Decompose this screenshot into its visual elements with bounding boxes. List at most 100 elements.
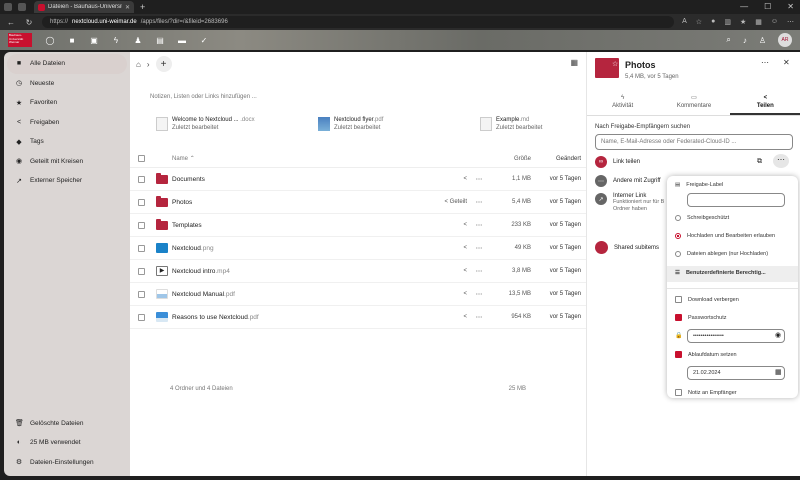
tab-activity[interactable]: ϟ Aktivität — [587, 90, 658, 115]
share-search-input[interactable]: Name, E-Mail-Adresse oder Federated-Clou… — [595, 134, 793, 150]
custom-permissions-item[interactable]: ☰ Benutzerdefinierte Berechtig... — [675, 270, 766, 276]
select-all-checkbox[interactable] — [138, 155, 145, 162]
row-checkbox[interactable] — [138, 267, 145, 275]
share-icon[interactable]: < — [427, 176, 467, 182]
row-checkbox[interactable] — [138, 244, 145, 252]
expiry-checkbox[interactable] — [675, 351, 682, 358]
option-password[interactable]: Passwortschutz — [675, 314, 727, 321]
browser-tab[interactable]: Dateien - Bauhaus-Universität W ✕ — [34, 1, 134, 13]
column-size[interactable]: Größe — [491, 156, 531, 162]
column-name[interactable]: Name ⌃ — [172, 155, 427, 162]
row-checkbox[interactable] — [138, 290, 145, 298]
nav-trashbin[interactable]: 🗑 Gelöschte Dateien — [7, 414, 127, 434]
table-row[interactable]: Nextcloud Manual.pdf < ⋯ 13,5 MB vor 5 T… — [130, 283, 586, 306]
recent-file[interactable]: Welcome to Nextcloud ... .docx Zuletzt be… — [156, 116, 318, 132]
link-share-row[interactable]: ∞ Link teilen — [595, 156, 640, 168]
file-drop-radio[interactable] — [675, 251, 681, 257]
nav-external-storage[interactable]: ↗ Externer Speicher — [7, 171, 127, 191]
recent-file[interactable]: Nextcloud flyer.pdf Zuletzt bearbeitet — [318, 116, 480, 132]
row-checkbox[interactable] — [138, 221, 145, 229]
grid-view-icon[interactable]: ▦ — [570, 58, 578, 67]
contacts-menu-icon[interactable]: ♙ — [759, 36, 766, 45]
readonly-radio[interactable] — [675, 215, 681, 221]
table-row[interactable]: Nextcloud.png < ⋯ 49 KB vor 5 Tagen — [130, 237, 586, 260]
rich-workspace-placeholder[interactable]: Notizen, Listen oder Links hinzufügen ..… — [150, 94, 257, 100]
more-actions-icon[interactable]: ⋯ — [467, 267, 491, 275]
nav-circles[interactable]: ◉ Geteilt mit Kreisen — [7, 152, 127, 172]
notifications-icon[interactable]: ♪ — [743, 36, 747, 45]
table-row[interactable]: Documents < ⋯ 1,1 MB vor 5 Tagen — [130, 168, 586, 191]
show-password-icon[interactable]: ◉ — [775, 331, 781, 339]
row-checkbox[interactable] — [138, 313, 145, 321]
more-actions-icon[interactable]: ⋯ — [467, 244, 491, 252]
copy-link-icon[interactable]: ⧉ — [757, 158, 762, 166]
share-icon[interactable]: < — [427, 268, 467, 274]
file-name[interactable]: Reasons to use Nextcloud.pdf — [172, 314, 427, 321]
favorite-star-icon[interactable]: ☆ — [612, 60, 618, 68]
tab-sharing[interactable]: < Teilen — [729, 90, 800, 115]
files-app-icon[interactable]: ■ — [66, 36, 78, 45]
photos-app-icon[interactable]: ▣ — [88, 36, 100, 45]
option-readonly[interactable]: Schreibgeschützt — [675, 215, 729, 221]
upload-edit-radio[interactable] — [675, 233, 681, 239]
link-options-icon[interactable]: ⋯ — [773, 154, 789, 168]
others-access-row[interactable]: ⋯ Andere mit Zugriff — [595, 175, 661, 187]
minimize-icon[interactable]: — — [740, 2, 748, 11]
split-icon[interactable]: ▥ — [724, 18, 731, 26]
reload-icon[interactable]: ↻ — [24, 18, 34, 27]
share-icon[interactable]: < — [427, 314, 467, 320]
close-tab-icon[interactable]: ✕ — [125, 4, 130, 11]
option-note[interactable]: Notiz an Empfänger — [675, 389, 737, 396]
search-icon[interactable]: ⌕ — [726, 35, 730, 45]
share-icon[interactable]: < — [427, 245, 467, 251]
more-actions-icon[interactable]: ⋯ — [467, 221, 491, 229]
shared-subitems-row[interactable]: Shared subitems — [595, 241, 659, 254]
table-row[interactable]: Templates < ⋯ 233 KB vor 5 Tagen — [130, 214, 586, 237]
nav-all-files[interactable]: ■ Alle Dateien — [7, 54, 127, 74]
table-row[interactable]: Photos < Geteilt ⋯ 5,4 MB vor 5 Tagen — [130, 191, 586, 214]
expiry-date-input[interactable]: 21.02.2024 — [687, 366, 785, 380]
nav-files-settings[interactable]: ⚙ Dateien-Einstellungen — [7, 453, 127, 473]
more-actions-icon[interactable]: ⋯ — [467, 175, 491, 183]
read-aloud-icon[interactable]: A — [682, 18, 687, 26]
dashboard-icon[interactable]: ◯ — [44, 36, 56, 45]
tab-actions-icon[interactable] — [18, 3, 26, 11]
new-button[interactable]: + — [155, 56, 172, 72]
share-label-input[interactable] — [687, 193, 785, 207]
option-expiry[interactable]: Ablaufdatum setzen — [675, 351, 737, 358]
option-upload-edit[interactable]: Hochladen und Bearbeiten erlauben — [675, 233, 775, 239]
file-name[interactable]: Photos — [172, 199, 427, 206]
nav-recent[interactable]: ◷ Neueste — [7, 74, 127, 94]
password-input[interactable]: •••••••••••••••• — [687, 329, 785, 343]
password-checkbox[interactable] — [675, 314, 682, 321]
share-icon[interactable]: < — [427, 222, 467, 228]
row-checkbox[interactable] — [138, 198, 145, 206]
favorites-bar-icon[interactable]: ★ — [740, 18, 746, 26]
profile-icon[interactable] — [4, 3, 12, 11]
collections-icon[interactable]: ▦ — [755, 18, 762, 26]
user-avatar[interactable]: AR — [778, 33, 792, 47]
tab-comments[interactable]: ▭ Kommentare — [658, 90, 729, 115]
contacts-app-icon[interactable]: ♟ — [132, 36, 144, 45]
option-file-drop[interactable]: Dateien ablegen (nur Hochladen) — [675, 251, 768, 257]
internal-link-row[interactable]: ↗ Interner Link Funktioniert nur für B O… — [595, 193, 664, 213]
calendar-app-icon[interactable]: ▤ — [154, 36, 166, 45]
profile-menu-icon[interactable]: ☺ — [771, 18, 778, 26]
close-icon[interactable]: ✕ — [783, 58, 790, 67]
back-icon[interactable]: ← — [6, 18, 16, 27]
more-actions-icon[interactable]: ⋯ — [467, 313, 491, 321]
nav-shares[interactable]: < Freigaben — [7, 113, 127, 133]
university-logo[interactable]: Bauhaus-Universität Weimar — [8, 33, 32, 47]
file-name[interactable]: Nextcloud intro.mp4 — [172, 268, 427, 275]
share-icon[interactable]: < — [427, 291, 467, 297]
new-tab-icon[interactable]: + — [140, 2, 145, 12]
table-row[interactable]: Reasons to use Nextcloud.pdf < ⋯ 954 KB … — [130, 306, 586, 329]
option-hide-download[interactable]: Download verbergen — [675, 296, 739, 303]
file-name[interactable]: Templates — [172, 222, 427, 229]
note-checkbox[interactable] — [675, 389, 682, 396]
row-checkbox[interactable] — [138, 175, 145, 183]
favorite-icon[interactable]: ☆ — [696, 18, 702, 26]
more-icon[interactable]: ⋯ — [787, 18, 794, 26]
extension-icon[interactable]: ● — [711, 18, 715, 26]
file-name[interactable]: Nextcloud.png — [172, 245, 427, 252]
